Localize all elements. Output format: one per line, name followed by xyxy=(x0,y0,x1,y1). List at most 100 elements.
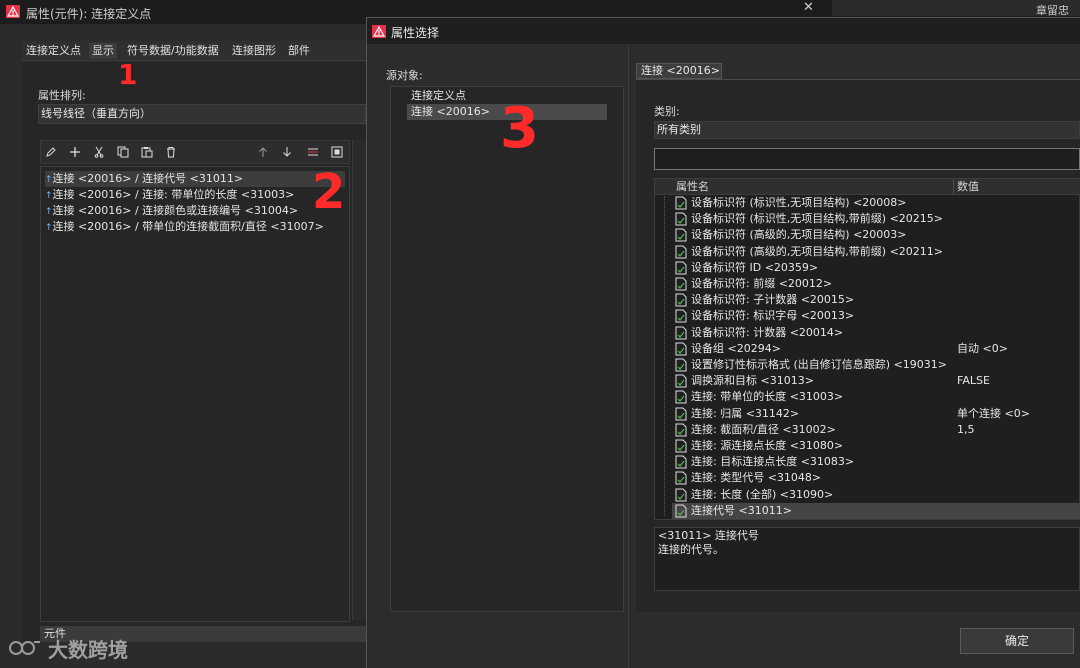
property-name: 设备标识符 (高级的,无项目结构,带前缀) <20211> xyxy=(691,245,943,258)
document-icon xyxy=(675,374,687,388)
property-name: 设置修订性标示格式 (出自修订信息跟踪) <19031> xyxy=(691,358,948,371)
breadcrumb-tab[interactable]: 连接 <20016> xyxy=(636,63,722,79)
list-item-label: 连接 <20016> / 连接颜色或连接编号 <31004> xyxy=(52,204,299,217)
document-icon xyxy=(675,455,687,469)
property-value xyxy=(957,389,1077,405)
document-icon xyxy=(675,261,687,275)
property-value xyxy=(957,292,1077,308)
property-name: 连接: 截面积/直径 <31002> xyxy=(691,423,836,436)
arrow-up-icon[interactable] xyxy=(253,143,273,161)
property-value xyxy=(957,276,1077,292)
property-name: 设备标识符: 计数器 <20014> xyxy=(691,326,844,339)
property-name: 连接: 长度 (全部) <31090> xyxy=(691,488,834,501)
annotation-2: 2 xyxy=(312,164,346,220)
property-value: FALSE xyxy=(957,374,990,387)
description-title: <31011> 连接代号 xyxy=(658,529,759,542)
close-icon[interactable]: ✕ xyxy=(803,0,817,16)
property-name: 连接代号 <31011> xyxy=(691,504,792,517)
property-value xyxy=(957,195,1077,211)
document-icon xyxy=(675,326,687,340)
watermark-logo-icon xyxy=(8,636,42,658)
swap-icon[interactable] xyxy=(303,143,323,161)
watermark-text: 大数跨境 xyxy=(48,638,128,662)
category-dropdown[interactable]: 所有类别 xyxy=(654,121,1080,139)
property-name: 连接: 目标连接点长度 <31083> xyxy=(691,455,855,468)
column-header-value[interactable]: 数值 xyxy=(957,180,979,194)
property-name: 设备组 <20294> xyxy=(691,342,781,355)
column-header-name[interactable]: 属性名 xyxy=(676,180,709,194)
vertical-scrollbar[interactable] xyxy=(352,140,366,620)
property-value xyxy=(957,357,1077,373)
document-icon xyxy=(675,439,687,453)
annotation-1: 1 xyxy=(118,58,138,91)
dialog-title: 属性选择 xyxy=(391,26,440,40)
trash-icon[interactable] xyxy=(161,143,181,161)
table-header xyxy=(655,179,1080,195)
sort-label: 属性排列: xyxy=(38,89,86,102)
document-icon xyxy=(675,212,687,226)
search-input[interactable] xyxy=(654,148,1080,170)
property-value xyxy=(957,211,1077,227)
document-icon xyxy=(675,309,687,323)
document-icon xyxy=(675,390,687,404)
list-item-label: 连接 <20016> / 连接: 带单位的长度 <31003> xyxy=(52,188,295,201)
arrow-down-icon[interactable] xyxy=(277,143,297,161)
document-icon xyxy=(675,342,687,356)
property-name: 连接: 归属 <31142> xyxy=(691,407,800,420)
property-name: 连接: 类型代号 <31048> xyxy=(691,471,822,484)
document-icon xyxy=(675,228,687,242)
property-value xyxy=(957,260,1077,276)
list-item[interactable]: ↑连接 <20016> / 连接: 带单位的长度 <31003> xyxy=(45,187,345,203)
tab-symbol-data[interactable]: 符号数据/功能数据 xyxy=(127,43,219,59)
property-value xyxy=(957,244,1077,260)
tab-display[interactable]: 显示 xyxy=(89,43,117,59)
plus-icon[interactable] xyxy=(65,143,85,161)
tab-connection-point[interactable]: 连接定义点 xyxy=(26,43,81,59)
paste-icon[interactable] xyxy=(137,143,157,161)
category-label: 类别: xyxy=(654,105,680,118)
property-value xyxy=(957,454,1077,470)
document-icon xyxy=(675,196,687,210)
document-icon xyxy=(675,423,687,437)
document-icon xyxy=(675,277,687,291)
property-value: 1,5 xyxy=(957,423,975,436)
source-tree xyxy=(390,86,624,612)
document-icon xyxy=(675,407,687,421)
scissors-icon[interactable] xyxy=(89,143,109,161)
document-icon xyxy=(675,293,687,307)
tab-parts[interactable]: 部件 xyxy=(288,43,310,59)
dialog-titlebar xyxy=(367,18,1080,44)
user-name: 章留忠 xyxy=(1036,4,1069,17)
property-name: 连接: 源连接点长度 <31080> xyxy=(691,439,844,452)
sort-dropdown[interactable]: 线号线径（垂直方向） xyxy=(38,104,366,124)
document-icon xyxy=(675,358,687,372)
annotation-3: 3 xyxy=(500,96,539,161)
copy-icon[interactable] xyxy=(113,143,133,161)
column-divider[interactable] xyxy=(953,179,954,195)
description-text: 连接的代号。 xyxy=(658,543,724,556)
property-name: 设备标识符: 前缀 <20012> xyxy=(691,277,833,290)
property-name: 设备标识符: 子计数器 <20015> xyxy=(691,293,855,306)
property-value: 自动 <0> xyxy=(957,342,1008,355)
property-name: 连接: 带单位的长度 <31003> xyxy=(691,390,844,403)
list-item[interactable]: ↑连接 <20016> / 连接代号 <31011> xyxy=(45,171,345,187)
property-value: 单个连接 <0> xyxy=(957,407,1030,420)
dialog-logo-icon xyxy=(372,25,386,38)
property-name: 调换源和目标 <31013> xyxy=(691,374,814,387)
window-title: 属性(元件): 连接定义点 xyxy=(26,7,152,21)
property-value xyxy=(957,308,1077,324)
ok-button[interactable]: 确定 xyxy=(960,628,1074,654)
pencil-icon[interactable] xyxy=(41,143,61,161)
tree-guide-line xyxy=(664,196,665,516)
property-value xyxy=(957,438,1077,454)
tab-connection-graphics[interactable]: 连接图形 xyxy=(232,43,276,59)
list-item[interactable]: ↑连接 <20016> / 连接颜色或连接编号 <31004> xyxy=(45,203,345,219)
property-value xyxy=(957,487,1077,503)
document-icon xyxy=(675,245,687,259)
list-item[interactable]: ↑连接 <20016> / 带单位的连接截面积/直径 <31007> xyxy=(45,219,345,235)
property-name: 设备标识符 (高级的,无项目结构) <20003> xyxy=(691,228,907,241)
box-icon[interactable] xyxy=(327,143,347,161)
list-item-label: 连接 <20016> / 连接代号 <31011> xyxy=(52,172,244,185)
property-name: 设备标识符 ID <20359> xyxy=(691,261,819,274)
property-value xyxy=(957,503,1077,519)
